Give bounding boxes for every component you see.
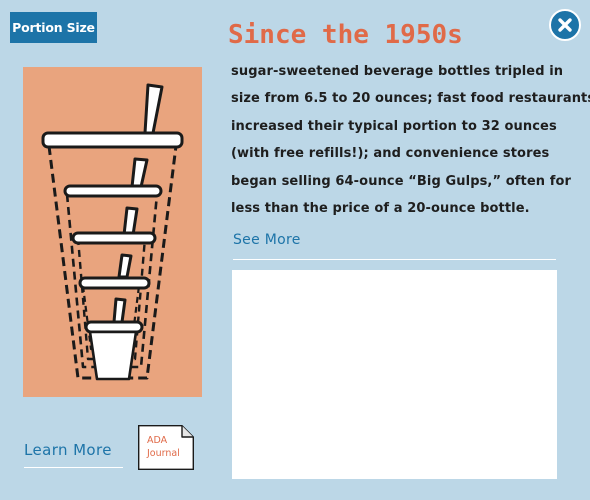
body-line: sugar-sweetened beverage bottles tripled…: [231, 64, 564, 79]
close-button[interactable]: [549, 9, 581, 41]
see-more-link[interactable]: See More: [233, 232, 301, 248]
cups-illustration-panel: [23, 67, 202, 397]
body-line: (with free refills!); and convenience st…: [231, 146, 550, 162]
portion-size-tag: Portion Size: [10, 12, 97, 43]
learn-more-link[interactable]: Learn More: [24, 441, 112, 459]
divider: [24, 467, 123, 468]
body-line: less than the price of a 20-ounce bottle…: [231, 201, 530, 217]
divider: [233, 259, 556, 260]
page-title: Since the 1950s: [228, 20, 463, 50]
nested-cups-illustration: [41, 83, 184, 381]
body-line: increased their typical portion to 32 ou…: [231, 118, 557, 134]
body-paragraph: sugar-sweetened beverage bottles tripled…: [231, 58, 590, 222]
body-line: size from 6.5 to 20 ounces; fast food re…: [231, 91, 590, 107]
body-line: began selling 64-ounce “Big Gulps,” ofte…: [231, 173, 572, 189]
journal-label: ADA Journal: [147, 435, 180, 459]
ada-journal-document-link[interactable]: ADA Journal: [138, 425, 194, 470]
content-panel: [232, 270, 557, 479]
close-x-icon: [558, 18, 572, 32]
